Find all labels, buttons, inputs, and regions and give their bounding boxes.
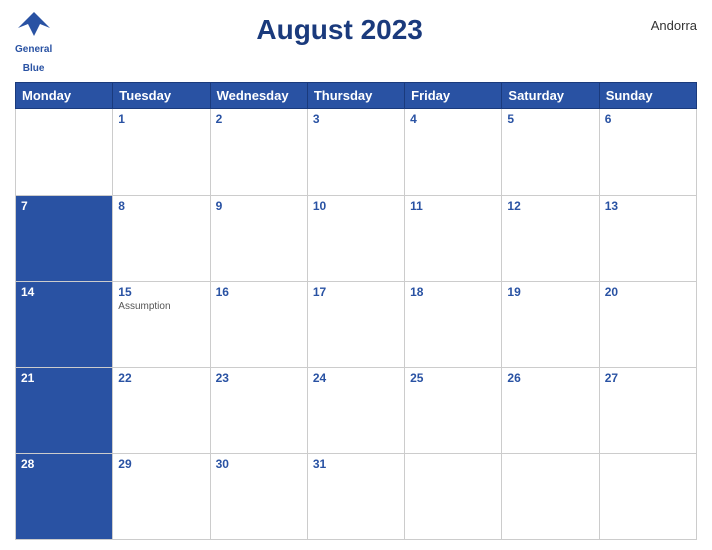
calendar-cell: 30	[210, 453, 307, 539]
day-number: 27	[605, 371, 691, 385]
day-number: 5	[507, 112, 593, 126]
header-saturday: Saturday	[502, 83, 599, 109]
calendar-cell: 12	[502, 195, 599, 281]
day-number: 29	[118, 457, 204, 471]
day-number: 7	[21, 199, 107, 213]
day-number: 16	[216, 285, 302, 299]
day-number: 26	[507, 371, 593, 385]
calendar-cell: 22	[113, 367, 210, 453]
header-thursday: Thursday	[307, 83, 404, 109]
day-number: 9	[216, 199, 302, 213]
day-number: 17	[313, 285, 399, 299]
calendar-cell: 3	[307, 109, 404, 195]
calendar-cell: 7	[16, 195, 113, 281]
calendar-week-row: 123456	[16, 109, 697, 195]
day-number: 20	[605, 285, 691, 299]
day-number: 12	[507, 199, 593, 213]
day-number: 31	[313, 457, 399, 471]
calendar-cell: 1	[113, 109, 210, 195]
calendar-cell: 31	[307, 453, 404, 539]
day-number: 25	[410, 371, 496, 385]
calendar-cell: 14	[16, 281, 113, 367]
day-number: 19	[507, 285, 593, 299]
day-number: 4	[410, 112, 496, 126]
calendar-cell	[405, 453, 502, 539]
day-number: 8	[118, 199, 204, 213]
calendar-cell: 26	[502, 367, 599, 453]
calendar-cell: 5	[502, 109, 599, 195]
calendar-cell: 28	[16, 453, 113, 539]
day-number: 1	[118, 112, 204, 126]
calendar-week-row: 14 15 Assumption 16 17 18 19 20	[16, 281, 697, 367]
header-tuesday: Tuesday	[113, 83, 210, 109]
header-friday: Friday	[405, 83, 502, 109]
day-number: 28	[21, 457, 107, 471]
day-number: 11	[410, 199, 496, 213]
calendar-cell: 21	[16, 367, 113, 453]
day-number: 15	[118, 285, 204, 299]
header-sunday: Sunday	[599, 83, 696, 109]
day-number: 30	[216, 457, 302, 471]
calendar-cell: 15 Assumption	[113, 281, 210, 367]
calendar-cell: 18	[405, 281, 502, 367]
calendar-cell: 2	[210, 109, 307, 195]
calendar-cell: 25	[405, 367, 502, 453]
day-number: 22	[118, 371, 204, 385]
calendar-header: General Blue August 2023 Andorra	[15, 10, 697, 76]
logo-line1: General	[15, 44, 52, 55]
calendar-cell: 13	[599, 195, 696, 281]
day-number: 14	[21, 285, 107, 299]
country-label: Andorra	[627, 10, 697, 33]
event-label: Assumption	[118, 301, 204, 312]
calendar-cell	[16, 109, 113, 195]
day-number: 3	[313, 112, 399, 126]
logo-icon	[16, 10, 52, 38]
calendar-cell: 4	[405, 109, 502, 195]
calendar-cell: 10	[307, 195, 404, 281]
calendar-cell: 20	[599, 281, 696, 367]
day-number: 13	[605, 199, 691, 213]
day-number: 18	[410, 285, 496, 299]
day-number: 24	[313, 371, 399, 385]
calendar-cell: 24	[307, 367, 404, 453]
calendar-cell: 11	[405, 195, 502, 281]
weekday-header-row: Monday Tuesday Wednesday Thursday Friday…	[16, 83, 697, 109]
calendar-cell	[502, 453, 599, 539]
calendar-cell: 27	[599, 367, 696, 453]
header-monday: Monday	[16, 83, 113, 109]
calendar-cell: 19	[502, 281, 599, 367]
header-wednesday: Wednesday	[210, 83, 307, 109]
calendar-week-row: 21 22 23 24 25 26 27	[16, 367, 697, 453]
calendar-cell: 8	[113, 195, 210, 281]
day-number: 6	[605, 112, 691, 126]
calendar-cell: 16	[210, 281, 307, 367]
day-number: 23	[216, 371, 302, 385]
calendar-week-row: 28 29 30 31	[16, 453, 697, 539]
calendar-cell: 9	[210, 195, 307, 281]
calendar-cell	[599, 453, 696, 539]
logo-line2: Blue	[23, 63, 45, 74]
logo: General Blue	[15, 10, 52, 76]
day-number: 21	[21, 371, 107, 385]
day-number: 2	[216, 112, 302, 126]
day-number: 10	[313, 199, 399, 213]
calendar-cell: 6	[599, 109, 696, 195]
calendar-week-row: 789 10 11 12 13	[16, 195, 697, 281]
calendar-title: August 2023	[52, 10, 627, 46]
calendar-cell: 29	[113, 453, 210, 539]
calendar-cell: 23	[210, 367, 307, 453]
calendar-cell: 17	[307, 281, 404, 367]
calendar-table: Monday Tuesday Wednesday Thursday Friday…	[15, 82, 697, 540]
